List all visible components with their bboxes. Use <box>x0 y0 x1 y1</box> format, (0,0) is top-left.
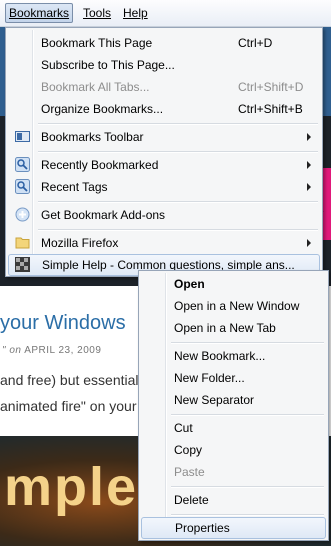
menu-bookmarks[interactable]: Bookmarks <box>5 3 74 23</box>
context-item-label: New Folder... <box>174 371 245 385</box>
menu-item-label: Bookmark All Tabs... <box>41 80 150 94</box>
menu-item-subscribe[interactable]: Subscribe to This Page... <box>8 54 320 76</box>
menu-separator <box>171 514 324 516</box>
menu-item-label: Organize Bookmarks... <box>41 102 164 116</box>
context-item-label: Open in a New Window <box>174 299 300 313</box>
article-date: " on APRIL 23, 2009 <box>2 345 101 356</box>
submenu-arrow-icon <box>307 161 311 169</box>
menu-tools[interactable]: Tools <box>83 6 111 20</box>
bookmarks-toolbar-icon <box>15 131 30 142</box>
submenu-arrow-icon <box>307 133 311 141</box>
context-item-new-separator[interactable]: New Separator <box>141 389 326 411</box>
menu-bar: Bookmarks Tools Help <box>0 0 331 27</box>
context-item-label: Open <box>174 277 205 291</box>
menu-item-get-addons[interactable]: Get Bookmark Add-ons <box>8 204 320 226</box>
context-item-open-new-window[interactable]: Open in a New Window <box>141 295 326 317</box>
context-item-paste: Paste <box>141 461 326 483</box>
context-item-label: Open in a New Tab <box>174 321 276 335</box>
menu-separator <box>171 342 324 344</box>
menu-item-label: Recent Tags <box>41 180 108 194</box>
context-item-label: Paste <box>174 465 205 479</box>
menu-item-label: Get Bookmark Add-ons <box>41 208 166 222</box>
context-item-new-folder[interactable]: New Folder... <box>141 367 326 389</box>
fire-image-text: mple <box>4 457 139 517</box>
menu-item-bookmark-this-page[interactable]: Bookmark This Page Ctrl+D <box>8 32 320 54</box>
context-item-label: Properties <box>175 521 230 535</box>
smart-folder-icon <box>15 179 30 194</box>
context-item-open[interactable]: Open <box>141 273 326 295</box>
context-item-label: New Bookmark... <box>174 349 266 363</box>
article-text-line: animated fire" on your <box>0 398 137 414</box>
folder-icon <box>15 237 30 249</box>
menu-item-organize-bookmarks[interactable]: Organize Bookmarks... Ctrl+Shift+B <box>8 98 320 120</box>
context-item-label: Copy <box>174 443 203 457</box>
context-item-copy[interactable]: Copy <box>141 439 326 461</box>
smart-folder-icon <box>15 157 30 172</box>
menu-separator <box>38 123 318 125</box>
menu-item-bookmark-all-tabs: Bookmark All Tabs... Ctrl+Shift+D <box>8 76 320 98</box>
menu-item-label: Bookmark This Page <box>41 36 153 50</box>
menu-item-recently-bookmarked[interactable]: Recently Bookmarked <box>8 154 320 176</box>
context-item-label: New Separator <box>174 393 255 407</box>
menu-tools-label: Tools <box>83 6 112 20</box>
menu-item-bookmarks-toolbar[interactable]: Bookmarks Toolbar <box>8 126 320 148</box>
submenu-arrow-icon <box>307 239 311 247</box>
context-item-new-bookmark[interactable]: New Bookmark... <box>141 345 326 367</box>
menu-separator <box>38 151 318 153</box>
menu-item-label: Recently Bookmarked <box>41 158 159 172</box>
submenu-arrow-icon <box>307 183 311 191</box>
menu-item-label: Mozilla Firefox <box>41 236 119 250</box>
addons-icon <box>15 207 30 222</box>
menu-item-label: Bookmarks Toolbar <box>41 130 144 144</box>
menu-item-recent-tags[interactable]: Recent Tags <box>8 176 320 198</box>
article-title[interactable]: your Windows <box>0 312 126 335</box>
menu-help[interactable]: Help <box>123 6 148 20</box>
context-item-cut[interactable]: Cut <box>141 417 326 439</box>
context-item-open-new-tab[interactable]: Open in a New Tab <box>141 317 326 339</box>
menu-separator <box>171 414 324 416</box>
menu-bookmarks-label: Bookmarks <box>9 6 70 20</box>
menu-item-shortcut: Ctrl+Shift+B <box>238 102 303 116</box>
menu-item-shortcut: Ctrl+Shift+D <box>238 80 304 94</box>
article-date-prefix: " on <box>2 345 22 356</box>
bookmarks-menu: Bookmark This Page Ctrl+D Subscribe to T… <box>5 27 323 277</box>
context-item-properties[interactable]: Properties <box>141 517 326 539</box>
menu-item-mozilla-firefox[interactable]: Mozilla Firefox <box>8 232 320 254</box>
bookmark-context-menu: Open Open in a New Window Open in a New … <box>138 270 329 541</box>
menu-separator <box>38 201 318 203</box>
menu-item-label: Subscribe to This Page... <box>41 58 175 72</box>
article-date-value: APRIL 23, 2009 <box>24 345 102 356</box>
menu-item-shortcut: Ctrl+D <box>238 36 273 50</box>
context-item-delete[interactable]: Delete <box>141 489 326 511</box>
site-favicon <box>15 257 30 272</box>
menu-help-label: Help <box>123 6 148 20</box>
context-item-label: Delete <box>174 493 209 507</box>
context-item-label: Cut <box>174 421 193 435</box>
article-text-line: and free) but essential <box>0 372 139 388</box>
menu-separator <box>171 486 324 488</box>
menu-separator <box>38 229 318 231</box>
